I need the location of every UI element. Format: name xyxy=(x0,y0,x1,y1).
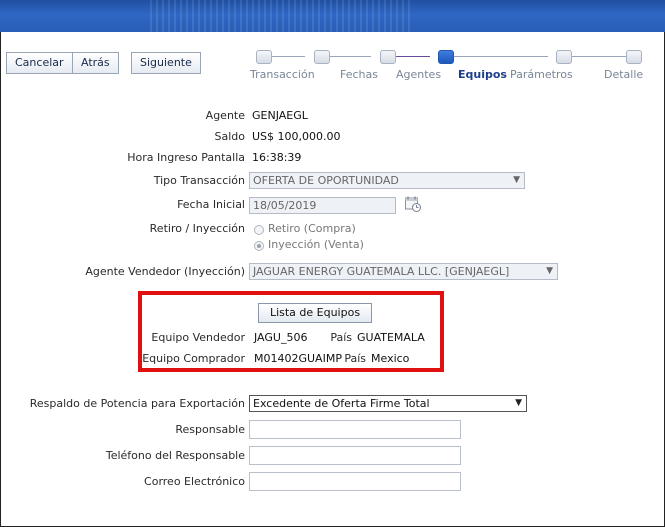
responsable-input[interactable] xyxy=(249,420,461,439)
step-connector xyxy=(394,56,430,57)
chevron-down-icon: ▼ xyxy=(515,398,522,408)
telefono-label: Teléfono del Responsable xyxy=(105,449,245,462)
chevron-down-icon: ▼ xyxy=(546,266,553,276)
pais-comprador-label: País xyxy=(344,352,366,365)
inyeccion-radio[interactable] xyxy=(254,241,264,251)
tab-parametros[interactable]: Parámetros xyxy=(510,68,573,81)
step-connector xyxy=(452,56,548,57)
responsable-label: Responsable xyxy=(175,423,245,436)
retiro-radio[interactable] xyxy=(254,225,264,235)
pais-vendedor-value: GUATEMALA xyxy=(357,331,425,344)
pais-vendedor-label: País xyxy=(330,331,352,344)
agente-vendedor-select[interactable]: JAGUAR ENERGY GUATEMALA LLC. [GENJAEGL] … xyxy=(249,263,558,280)
respaldo-potencia-label: Respaldo de Potencia para Exportación xyxy=(29,397,245,410)
tab-fechas[interactable]: Fechas xyxy=(340,68,378,81)
fecha-inicial-field[interactable]: 18/05/2019 xyxy=(249,197,396,214)
tab-detalle[interactable]: Detalle xyxy=(604,68,643,81)
wizard-steps: Transacción Fechas Agentes Equipos Parám… xyxy=(246,46,665,86)
agente-vendedor-value: JAGUAR ENERGY GUATEMALA LLC. [GENJAEGL] xyxy=(253,265,510,278)
respaldo-potencia-value: Excedente de Oferta Firme Total xyxy=(253,397,430,410)
telefono-input[interactable] xyxy=(249,446,461,465)
calendar-icon[interactable] xyxy=(404,195,422,213)
equipo-comprador-value: M01402GUAIMP xyxy=(254,352,342,365)
pais-comprador-value: Mexico xyxy=(371,352,410,365)
hora-value: 16:38:39 xyxy=(252,151,302,164)
agente-value: GENJAEGL xyxy=(252,109,308,122)
tab-agentes[interactable]: Agentes xyxy=(396,68,441,81)
step-dot-transaccion xyxy=(256,50,272,64)
cancel-button[interactable]: Cancelar xyxy=(6,52,73,74)
step-dot-fechas xyxy=(314,50,330,64)
tipo-transaccion-value: OFERTA DE OPORTUNIDAD xyxy=(253,174,399,187)
equipo-comprador-label: Equipo Comprador xyxy=(142,352,245,365)
equipo-vendedor-value: JAGU_506 xyxy=(254,331,308,344)
chevron-down-icon: ▼ xyxy=(513,175,520,185)
step-dot-equipos xyxy=(438,50,454,64)
step-connector xyxy=(328,56,371,57)
lista-equipos-button[interactable]: Lista de Equipos xyxy=(258,303,372,323)
next-button[interactable]: Siguiente xyxy=(131,52,201,74)
step-connector xyxy=(570,56,626,57)
inyeccion-radio-label: Inyección (Venta) xyxy=(268,238,364,251)
hora-label: Hora Ingreso Pantalla xyxy=(127,151,245,164)
agente-label: Agente xyxy=(205,109,245,122)
tab-transaccion[interactable]: Transacción xyxy=(250,68,315,81)
retiro-inyeccion-label: Retiro / Inyección xyxy=(149,222,245,235)
equipo-vendedor-label: Equipo Vendedor xyxy=(151,331,245,344)
step-dot-detalle xyxy=(626,50,642,64)
agente-vendedor-label: Agente Vendedor (Inyección) xyxy=(85,265,245,278)
correo-input[interactable] xyxy=(249,472,461,491)
header-bar xyxy=(0,0,665,32)
tipo-transaccion-label: Tipo Transacción xyxy=(153,174,245,187)
step-dot-parametros xyxy=(556,50,572,64)
correo-label: Correo Electrónico xyxy=(144,475,245,488)
saldo-label: Saldo xyxy=(214,130,246,143)
back-button[interactable]: Atrás xyxy=(72,52,119,74)
fecha-inicial-label: Fecha Inicial xyxy=(177,198,245,211)
retiro-radio-label: Retiro (Compra) xyxy=(268,222,356,235)
tab-equipos[interactable]: Equipos xyxy=(458,68,507,81)
tipo-transaccion-select[interactable]: OFERTA DE OPORTUNIDAD ▼ xyxy=(249,172,525,189)
step-connector xyxy=(270,56,305,57)
saldo-value: US$ 100,000.00 xyxy=(252,130,341,143)
step-dot-agentes xyxy=(380,50,396,64)
respaldo-potencia-select[interactable]: Excedente de Oferta Firme Total ▼ xyxy=(249,395,527,412)
